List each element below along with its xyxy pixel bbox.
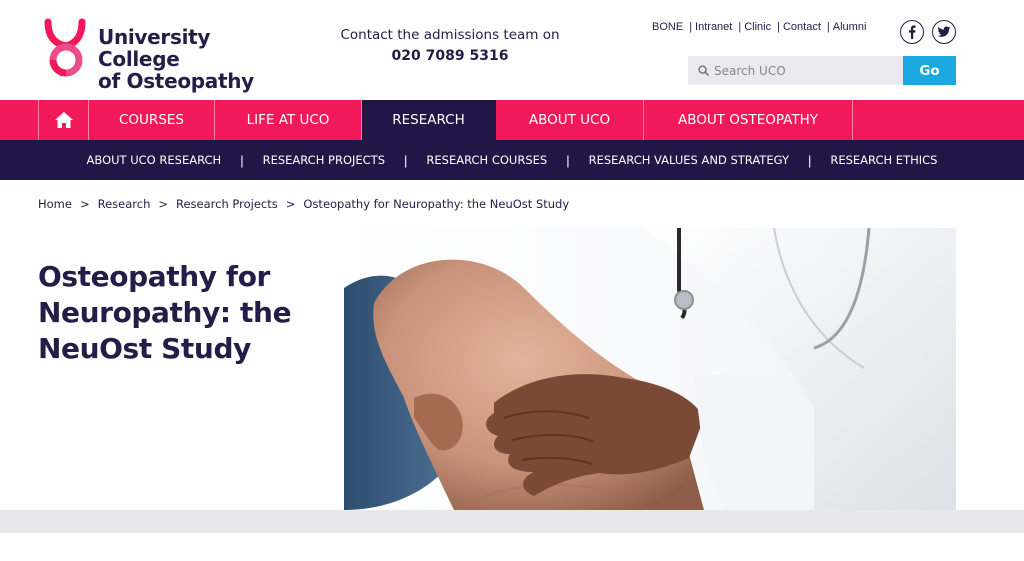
breadcrumb-separator: > [79,197,90,211]
separator: | [826,21,830,33]
util-link-clinic[interactable]: Clinic [744,21,771,33]
logo-line-2: of Osteopathy [98,69,254,93]
doctor-examining-knee-illustration [344,228,956,510]
home-icon [54,112,73,128]
breadcrumb-home[interactable]: Home [38,197,72,211]
breadcrumb-separator: > [285,197,296,211]
search-go-button[interactable]: Go [903,56,956,85]
secondary-nav: ABOUT UCO RESEARCH | RESEARCH PROJECTS |… [0,140,1024,180]
admissions-contact: Contact the admissions team on 020 7089 … [322,27,578,64]
separator: | [566,152,570,168]
nav-courses[interactable]: COURSES [89,100,215,140]
util-link-alumni[interactable]: Alumni [833,21,867,33]
util-link-bone[interactable]: BONE [652,21,683,33]
nav-research[interactable]: RESEARCH [362,100,496,140]
utility-links: BONE | Intranet | Clinic | Contact | Alumni [652,21,866,35]
site-logo[interactable]: University College of Osteopathy [42,18,282,92]
page-title: Osteopathy for Neuropathy: the NeuOst St… [38,260,292,365]
util-link-intranet[interactable]: Intranet [695,21,732,33]
logo-text: University College of Osteopathy [98,26,282,92]
subnav-research-ethics[interactable]: RESEARCH ETHICS [830,153,937,167]
breadcrumb-separator: > [158,197,168,211]
nav-life-at-uco[interactable]: LIFE AT UCO [215,100,362,140]
separator: | [404,152,408,168]
separator: | [738,21,742,33]
separator: | [689,21,693,33]
nav-about-osteopathy[interactable]: ABOUT OSTEOPATHY [644,100,853,140]
twitter-link[interactable] [932,20,956,44]
nav-home[interactable] [38,100,89,140]
separator: | [240,152,244,168]
subnav-about-uco-research[interactable]: ABOUT UCO RESEARCH [87,153,222,167]
search-icon [698,65,709,76]
util-link-contact[interactable]: Contact [783,21,821,33]
separator: | [807,152,812,168]
facebook-link[interactable] [900,20,924,44]
breadcrumb-research[interactable]: Research [98,197,151,211]
breadcrumb-current: Osteopathy for Neuropathy: the NeuOst St… [303,197,570,211]
nav-about-uco[interactable]: ABOUT UCO [496,100,644,140]
hero-image [344,228,956,510]
separator: | [777,21,780,33]
uco-logo-icon [44,18,86,77]
contact-text: Contact the admissions team on [340,27,560,43]
logo-line-1: University College [98,25,211,71]
footer-band [0,510,1024,533]
search-input[interactable] [714,63,894,78]
subnav-research-values-strategy[interactable]: RESEARCH VALUES AND STRATEGY [589,153,789,167]
subnav-research-projects[interactable]: RESEARCH PROJECTS [263,153,385,167]
site-header: University College of Osteopathy Contact… [0,0,1024,100]
subnav-research-courses[interactable]: RESEARCH COURSES [426,153,547,167]
search-box [688,56,903,85]
breadcrumb-research-projects[interactable]: Research Projects [176,197,278,211]
primary-nav: COURSES LIFE AT UCO RESEARCH ABOUT UCO A… [0,100,1024,140]
contact-phone-link[interactable]: 020 7089 5316 [322,48,578,64]
breadcrumb: Home > Research > Research Projects > Osteopat… [38,197,569,211]
twitter-icon [937,26,951,37]
facebook-icon [909,25,916,39]
